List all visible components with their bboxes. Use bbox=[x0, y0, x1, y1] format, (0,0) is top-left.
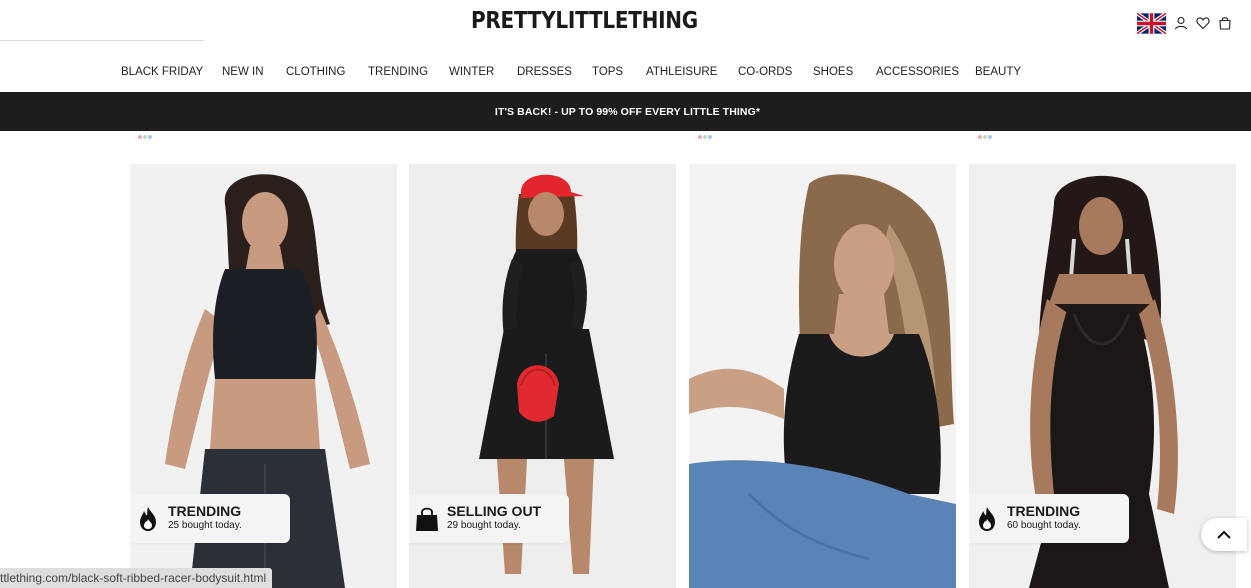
bag-icon[interactable] bbox=[1218, 16, 1232, 30]
trending-badge: TRENDING 25 bought today. bbox=[130, 494, 290, 543]
account-icon[interactable] bbox=[1174, 16, 1188, 30]
swatch-dot[interactable] bbox=[987, 134, 993, 140]
flame-icon bbox=[979, 507, 995, 531]
swatch-dot[interactable] bbox=[707, 134, 713, 140]
nav-item-black-friday[interactable]: BLACK FRIDAY bbox=[121, 66, 203, 78]
chevron-up-icon bbox=[1217, 530, 1231, 539]
color-swatches[interactable] bbox=[697, 134, 713, 140]
product-card[interactable]: SELLING OUT 29 bought today. bbox=[409, 164, 676, 588]
color-swatches[interactable] bbox=[137, 134, 153, 140]
badge-subtitle: 25 bought today. bbox=[168, 520, 242, 531]
promo-banner[interactable]: IT'S BACK! - UP TO 99% OFF EVERY LITTLE … bbox=[0, 92, 1251, 131]
badge-title: SELLING OUT bbox=[447, 503, 542, 519]
nav-item-athleisure[interactable]: ATHLEISURE bbox=[646, 66, 717, 78]
nav-item-clothing[interactable]: CLOTHING bbox=[286, 66, 345, 78]
product-card[interactable]: TRENDING 25 bought today. bbox=[130, 164, 397, 588]
header-icons bbox=[1137, 11, 1232, 35]
nav-item-dresses[interactable]: DRESSES bbox=[517, 66, 572, 78]
selling-out-badge: SELLING OUT 29 bought today. bbox=[409, 494, 569, 543]
wishlist-heart-icon[interactable] bbox=[1196, 16, 1210, 30]
nav-item-accessories[interactable]: ACCESSORIES bbox=[876, 66, 959, 78]
swatch-dot[interactable] bbox=[147, 134, 153, 140]
badge-subtitle: 29 bought today. bbox=[447, 520, 521, 531]
uk-flag-icon[interactable] bbox=[1137, 12, 1166, 34]
search-underline bbox=[0, 40, 204, 41]
badge-title: TRENDING bbox=[1007, 503, 1081, 519]
badge-subtitle: 60 bought today. bbox=[1007, 520, 1081, 531]
nav-item-shoes[interactable]: SHOES bbox=[813, 66, 853, 78]
site-logo[interactable]: PRETTYLITTLETHING bbox=[471, 8, 698, 34]
flame-icon bbox=[140, 507, 156, 531]
nav-item-tops[interactable]: TOPS bbox=[592, 66, 623, 78]
product-image[interactable] bbox=[689, 164, 956, 588]
nav-item-trending[interactable]: TRENDING bbox=[368, 66, 428, 78]
color-swatches[interactable] bbox=[977, 134, 993, 140]
badge-title: TRENDING bbox=[168, 503, 242, 519]
nav-item-co-ords[interactable]: CO-ORDS bbox=[738, 66, 792, 78]
nav-item-beauty[interactable]: BEAUTY bbox=[975, 66, 1021, 78]
product-card[interactable]: TRENDING 60 bought today. bbox=[969, 164, 1236, 588]
status-bar-url: ttlething.com/black-soft-ribbed-racer-bo… bbox=[0, 568, 273, 588]
promo-text: IT'S BACK! - UP TO 99% OFF EVERY LITTLE … bbox=[494, 105, 761, 118]
shopping-bag-icon bbox=[416, 507, 438, 531]
nav-item-winter[interactable]: WINTER bbox=[449, 66, 494, 78]
nav-item-new-in[interactable]: NEW IN bbox=[222, 66, 264, 78]
trending-badge: TRENDING 60 bought today. bbox=[969, 494, 1129, 543]
product-card[interactable] bbox=[689, 164, 956, 588]
main-nav: BLACK FRIDAY NEW IN CLOTHING TRENDING WI… bbox=[0, 66, 1251, 80]
scroll-to-top-button[interactable] bbox=[1201, 518, 1247, 551]
